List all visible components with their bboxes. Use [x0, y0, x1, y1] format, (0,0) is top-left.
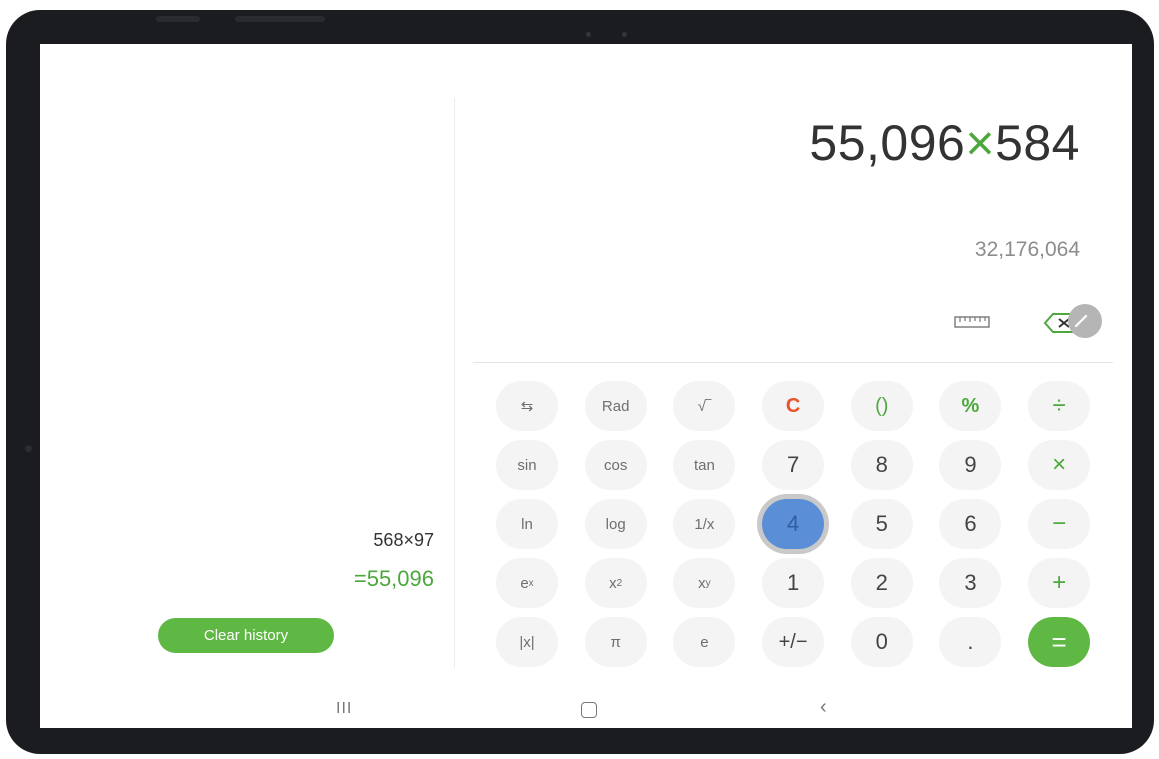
back-icon[interactable]: ‹: [820, 696, 827, 719]
power-key-base: x: [698, 574, 706, 592]
negate-key[interactable]: +/−: [762, 617, 825, 667]
keypad: ⇆ Rad √‾ C () % ÷ sin cos tan 7 8 9 × ln…: [496, 381, 1091, 667]
display-divider: [473, 362, 1113, 363]
equals-key[interactable]: =: [1028, 617, 1091, 667]
sqrt-key[interactable]: √‾: [673, 381, 736, 431]
digit-8-key[interactable]: 8: [850, 440, 913, 490]
square-key-base: x: [609, 574, 617, 592]
exp-key-sup: x: [528, 577, 534, 589]
ln-key[interactable]: ln: [496, 499, 558, 549]
tan-key[interactable]: tan: [673, 440, 736, 490]
expression-display[interactable]: 55,096×584: [809, 114, 1080, 172]
digit-6-key[interactable]: 6: [939, 499, 1002, 549]
plus-key[interactable]: +: [1028, 558, 1091, 608]
digit-9-key[interactable]: 9: [939, 440, 1002, 490]
ruler-icon[interactable]: [954, 314, 990, 330]
pi-key[interactable]: π: [584, 617, 647, 667]
digit-5-key[interactable]: 5: [850, 499, 913, 549]
recent-apps-icon[interactable]: III: [336, 700, 352, 718]
digit-7-key[interactable]: 7: [762, 440, 825, 490]
reciprocal-key[interactable]: 1/x: [673, 499, 736, 549]
panel-divider: [454, 98, 455, 668]
exp-key-base: e: [520, 574, 529, 592]
light-sensor: [622, 32, 627, 37]
minus-key[interactable]: −: [1028, 499, 1091, 549]
sin-key[interactable]: sin: [496, 440, 558, 490]
percent-key[interactable]: %: [939, 381, 1002, 431]
abs-key[interactable]: |x|: [496, 617, 558, 667]
front-camera: [586, 32, 591, 37]
square-key[interactable]: x2: [584, 558, 647, 608]
side-sensor: [25, 445, 32, 452]
clear-key[interactable]: C: [762, 381, 825, 431]
rad-key[interactable]: Rad: [584, 381, 647, 431]
navigation-bar: III ‹: [40, 694, 1132, 728]
toggle-key[interactable]: ⇆: [496, 381, 558, 431]
preview-result: 32,176,064: [974, 238, 1080, 261]
expression-operator: ×: [965, 115, 996, 171]
edge-panel-handle[interactable]: [1068, 304, 1102, 338]
divide-key[interactable]: ÷: [1028, 381, 1091, 431]
power-key[interactable]: xy: [673, 558, 736, 608]
volume-button: [156, 16, 200, 22]
digit-2-key[interactable]: 2: [850, 558, 913, 608]
pencil-icon: [1074, 314, 1088, 328]
digit-0-key[interactable]: 0: [850, 617, 913, 667]
decimal-key[interactable]: .: [939, 617, 1002, 667]
multiply-key[interactable]: ×: [1028, 440, 1091, 490]
euler-key[interactable]: e: [673, 617, 736, 667]
parentheses-key[interactable]: (): [850, 381, 913, 431]
history-expression[interactable]: 568×97: [373, 530, 434, 551]
history-result[interactable]: =55,096: [354, 566, 434, 592]
history-panel: 568×97 =55,096 Clear history: [40, 44, 454, 694]
exp-key[interactable]: ex: [496, 558, 558, 608]
digit-3-key[interactable]: 3: [939, 558, 1002, 608]
home-icon[interactable]: [581, 702, 597, 718]
power-button: [235, 16, 325, 22]
cos-key[interactable]: cos: [584, 440, 647, 490]
calculator-app: 568×97 =55,096 Clear history 55,096×584 …: [40, 44, 1132, 728]
power-key-sup: y: [705, 577, 711, 589]
clear-history-button[interactable]: Clear history: [158, 618, 334, 653]
digit-4-key[interactable]: 4: [762, 499, 825, 549]
log-key[interactable]: log: [584, 499, 647, 549]
square-key-sup: 2: [616, 577, 623, 589]
expression-left-operand: 55,096: [809, 115, 966, 171]
expression-right-operand: 584: [995, 115, 1080, 171]
digit-1-key[interactable]: 1: [762, 558, 825, 608]
